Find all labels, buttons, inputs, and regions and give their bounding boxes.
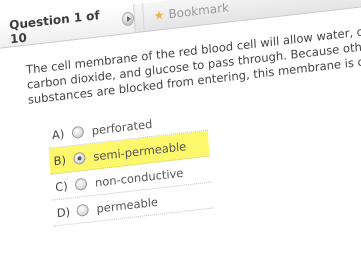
option-label: semi-permeable — [92, 138, 187, 164]
option-letter: A) — [51, 126, 65, 142]
radio-button-icon[interactable] — [74, 177, 88, 191]
option-label: non-conductive — [94, 165, 184, 190]
option-letter: D) — [56, 204, 71, 220]
bookmark-label: Bookmark — [168, 0, 230, 22]
quiz-card: Question 1 of 10 ★ Bookmark The cell mem… — [0, 0, 361, 256]
option-letter: B) — [53, 152, 67, 168]
radio-button-icon[interactable] — [76, 203, 89, 217]
bookmark-button[interactable]: ★ Bookmark — [142, 0, 230, 32]
radio-button-icon[interactable] — [71, 125, 85, 139]
question-counter: Question 1 of 10 — [8, 8, 101, 47]
play-circle-icon[interactable] — [121, 11, 135, 27]
radio-button-icon[interactable] — [73, 151, 86, 165]
star-icon: ★ — [153, 7, 165, 23]
question-tab: Question 1 of 10 — [0, 4, 136, 48]
option-label: permeable — [96, 194, 159, 216]
answer-options: A) perforated B) semi-permeable C) non-c… — [47, 104, 213, 227]
option-letter: C) — [54, 178, 69, 194]
option-label: perforated — [91, 116, 153, 138]
